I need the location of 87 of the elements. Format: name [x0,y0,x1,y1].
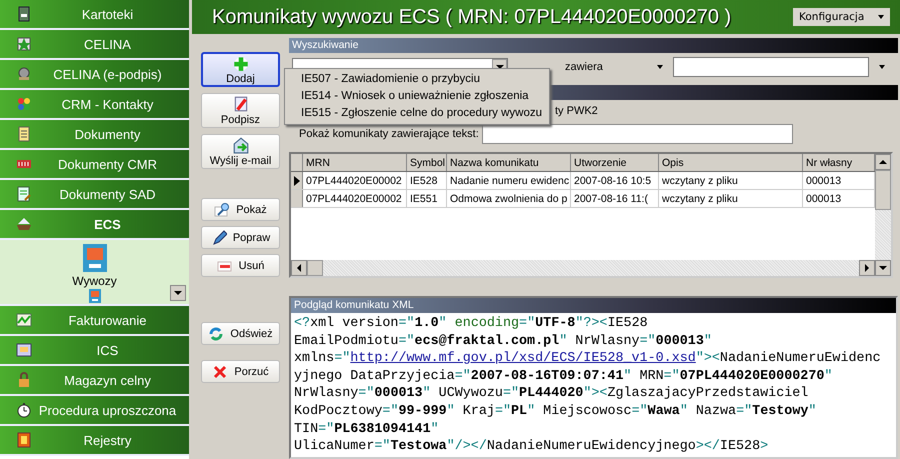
sidebar-item[interactable]: ICS [0,336,189,366]
panel-header: Wyszukiwanie [289,38,898,53]
checkbox-label: ty PWK2 [555,105,598,117]
star-icon [16,36,32,52]
scroll-down-button[interactable] [170,285,186,301]
column-header[interactable]: Opis [659,154,803,171]
sidebar-item[interactable]: Dokumenty CMR [0,150,189,180]
table-cell: 2007-08-16 10:5 [571,172,659,189]
ship-icon [16,216,32,232]
magnifier-icon [214,202,230,218]
sidebar-item[interactable]: Procedura uproszczona [0,396,189,426]
refresh-icon [208,326,224,342]
column-header[interactable]: Utworzenie [571,154,659,171]
configuration-menu-button[interactable]: Konfiguracja [793,8,890,26]
xml-link[interactable]: http://www.mf.gov.pl/xsd/ECS/IE528_v1-0.xsd [350,351,696,366]
table-cell: 2007-08-16 11:( [571,190,659,207]
table-cell: Nadanie numeru ewidenc [447,172,571,189]
table-cell: wczytany z pliku [659,190,803,207]
toolbar-button[interactable]: Podpisz [201,93,280,128]
table-cell: Odmowa zwolnienia do p [447,190,571,207]
scrollbar-thumb[interactable] [875,170,891,210]
toolbar-button[interactable]: Porzuć [201,360,280,383]
toolbar-button[interactable]: Odśwież [201,322,280,345]
sidebar-item[interactable]: Dokumenty [0,120,189,150]
operator-dropdown[interactable]: zawiera [565,61,657,73]
xml-line: KodPocztowy="99-999" Kraj="PL" Miejscowosc="Wawa" Nazwa="Testowy" [294,402,818,421]
document-icon [16,186,32,202]
xml-line: NrWlasny="000013" UCWywozu="PL444020"><ZglaszajacyPrzedstawiciel [294,385,810,403]
sidebar-item[interactable]: CELINA (e-podpis) [0,60,189,90]
sidebar-item[interactable]: CELINA [0,30,189,60]
stopwatch-icon [16,402,32,418]
menu-item[interactable]: IE514 - Wniosek o unieważnienie zgłoszenia [285,88,549,105]
sidebar-item[interactable]: ECS [0,210,189,240]
caret-icon[interactable] [657,65,663,69]
toolbar-button[interactable]: Popraw [201,226,280,249]
pencil-icon [210,230,227,246]
table-cell: 07PL444020E00002 [303,190,407,207]
column-header[interactable]: Nazwa komunikatu [447,154,571,171]
sidebar-item[interactable]: Magazyn celny [0,366,189,396]
xml-line: TIN="PL6381094141" [294,420,440,438]
sidebar-item[interactable]: Fakturowanie [0,306,189,336]
xml-line: <?xml version="1.0" encoding="UTF-8"?><IE528 [294,315,649,333]
vertical-scrollbar[interactable] [875,154,891,276]
scroll-down-button[interactable] [875,260,891,276]
sidebar-item[interactable]: Rejestry [0,426,189,456]
document-icon [16,126,32,142]
table-cell: 07PL444020E00002 [303,172,407,189]
filter-text-field[interactable] [482,124,793,144]
window-title: Komunikaty wywozu ECS ( MRN: 07PL444020E0000270 ) [212,6,732,28]
table-cell: wczytany z pliku [659,172,803,189]
envelope-arrow-icon [232,136,250,154]
caret-icon [878,15,884,19]
xml-line: yjnego DataPrzyjecia="2007-08-16T09:07:41" MRN="07PL444020E0000270" [294,368,834,386]
module-item[interactable]: Wywozy [72,242,117,288]
chart-icon [16,312,32,328]
toolbar-button[interactable]: Usuń [201,254,280,277]
caret-icon[interactable] [879,65,885,69]
scroll-right-button[interactable] [859,260,875,276]
card-icon [16,342,32,358]
menu-item[interactable]: IE507 - Zawiadomienie o przybyciu [285,71,549,88]
cabinet-icon [16,6,32,22]
toolbar-button[interactable]: Wyślij e-mail [201,134,280,169]
scroll-up-button[interactable] [875,154,891,170]
column-header[interactable]: Symbol [407,154,447,171]
cross-icon [212,364,228,380]
scroll-left-button[interactable] [291,260,307,276]
table-cell: IE551 [407,190,447,207]
sidebar-item[interactable]: Kartoteki [0,0,189,30]
table-cell: IE528 [407,172,447,189]
circles-icon [16,96,32,112]
seal-icon [16,66,32,82]
filter-text-label: Pokaż komunikaty zawierające tekst: [299,128,479,140]
search-value-field[interactable] [673,57,869,77]
panel-header: Podgląd komunikatu XML [291,298,896,313]
menu-item[interactable]: IE515 - Zgłoszenie celne do procedury wywozu [285,105,549,122]
xml-line: xmlns="http://www.mf.gov.pl/xsd/ECS/IE528_v1-0.xsd"><NadanieNumeruEwidenc [294,350,882,368]
book-icon [16,432,32,448]
padlock-icon [16,372,32,388]
toolbar-button[interactable]: Dodaj [201,52,280,87]
toolbar-button[interactable]: Pokaż [201,198,280,221]
sidebar-item[interactable]: CRM - Kontakty [0,90,189,120]
xml-line: EmailPodmiotu="ecs@fraktal.com.pl" NrWlasny="000013" [294,332,713,350]
xml-line: UlicaNumer="Testowa"/></NadanieNumeruEwidencyjnego></IE528> [294,438,770,456]
horizontal-scrollbar[interactable] [291,260,875,276]
column-header[interactable]: MRN [303,154,407,171]
scrollbar-thumb[interactable] [307,260,323,276]
sidebar-item[interactable]: Dokumenty SAD [0,180,189,210]
